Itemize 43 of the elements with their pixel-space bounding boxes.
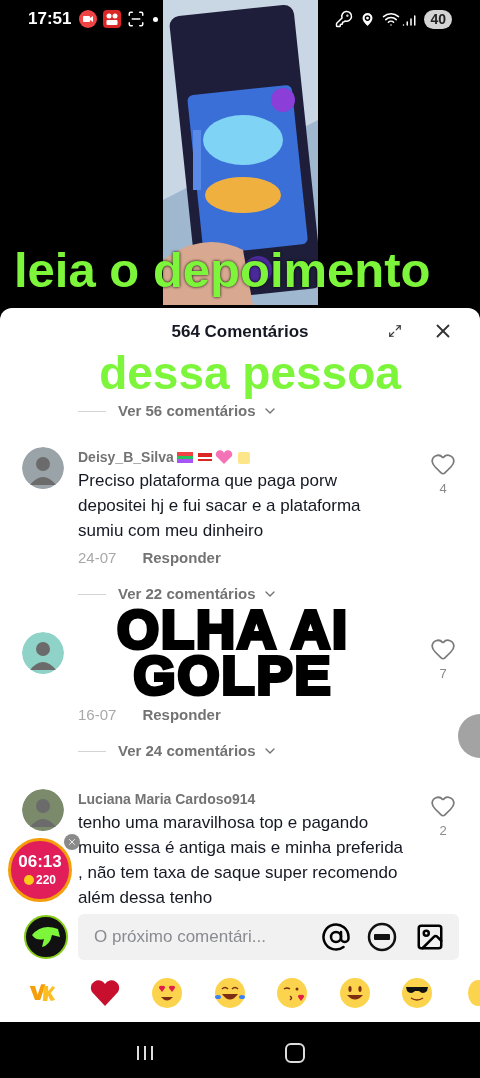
view-replies-link[interactable]: Ver 22 comentários <box>118 583 278 606</box>
like-count: 2 <box>439 821 447 840</box>
reply-link[interactable]: Responder <box>142 703 221 726</box>
wifi-icon <box>382 10 401 28</box>
close-button[interactable] <box>64 834 80 850</box>
view-replies-link[interactable]: Ver 56 comentários <box>118 400 278 423</box>
comment-username[interactable]: Deisy_B_Silva <box>78 446 174 468</box>
sunglasses-emoji-icon[interactable] <box>401 976 434 1009</box>
expand-icon[interactable] <box>388 324 402 338</box>
user-avatar[interactable] <box>24 914 68 959</box>
comment-input[interactable]: O próximo comentári... <box>78 913 459 960</box>
coin-count: 220 <box>36 871 56 889</box>
comment-date: 16-07 <box>78 704 117 725</box>
key-icon <box>335 10 354 28</box>
mention-icon[interactable] <box>321 921 351 952</box>
reply-link[interactable]: Responder <box>142 546 221 569</box>
like-count: 7 <box>439 664 447 683</box>
comment-date: 24-07 <box>78 547 117 568</box>
heart-eyes-emoji-icon[interactable] <box>151 976 184 1009</box>
kiss-emoji-icon[interactable] <box>276 976 309 1009</box>
sticker-caption: OLHA AI GOLPE <box>116 605 350 698</box>
close-icon <box>67 837 77 847</box>
screenshot-icon <box>127 10 146 28</box>
screen-recorder-icon <box>79 10 98 28</box>
sheet-title: 564 Comentários <box>171 321 309 344</box>
smile-emoji-icon[interactable] <box>338 976 371 1009</box>
timer-badge[interactable]: 06:13 220 <box>8 838 72 902</box>
comment-text: Preciso plataforma que paga porw depositei hj e fui sacar e a plataforma sumiu com meu dinheiro <box>78 469 362 542</box>
coin-icon <box>24 874 34 885</box>
battery-indicator: 40 <box>424 9 452 29</box>
laughing-emoji-icon[interactable] <box>213 976 246 1009</box>
app-grid-icon <box>103 10 122 28</box>
comment-username[interactable]: Luciana Maria Cardoso914 <box>78 788 256 810</box>
status-time: 17:51 <box>28 8 72 31</box>
view-replies-link[interactable]: Ver 24 comentários <box>118 740 278 763</box>
timer-time: 06:13 <box>18 851 62 871</box>
home-icon[interactable] <box>285 1043 305 1063</box>
like-count: 4 <box>439 479 447 498</box>
avatar[interactable] <box>22 446 64 489</box>
avatar[interactable] <box>22 788 64 831</box>
avatar[interactable] <box>22 631 64 674</box>
comment-text: tenho uma maravilhosa top e pagando muito essa é antiga mais e minha preferida , não tem taxa de saque super recomendo além dessa tenho <box>78 811 405 909</box>
recent-apps-icon[interactable] <box>135 1045 155 1061</box>
